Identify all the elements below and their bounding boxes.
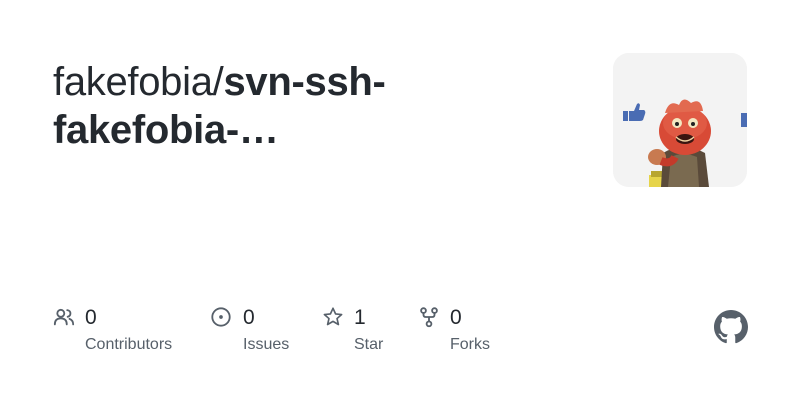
issues-count: 0 (243, 306, 255, 329)
contributors-count: 0 (85, 306, 97, 329)
contributors-label: Contributors (85, 336, 173, 353)
stat-stars[interactable]: 1 Star (322, 303, 412, 363)
github-mark-icon[interactable] (714, 310, 748, 344)
forks-count: 0 (450, 306, 462, 329)
people-icon (53, 308, 75, 326)
stars-label: Star (354, 336, 384, 353)
stat-forks[interactable]: 0 Forks (418, 303, 518, 363)
stat-contributors[interactable]: 0 Contributors (53, 303, 193, 363)
issue-opened-icon (211, 307, 231, 327)
star-icon (323, 307, 343, 326)
repo-stats: 0 Contributors 0 Issues 1 Star 0 Forks (0, 0, 800, 400)
stat-issues[interactable]: 0 Issues (210, 303, 310, 363)
stars-count: 1 (354, 306, 366, 329)
issues-label: Issues (243, 336, 290, 353)
forks-label: Forks (450, 336, 490, 353)
repo-forked-icon (420, 307, 438, 328)
